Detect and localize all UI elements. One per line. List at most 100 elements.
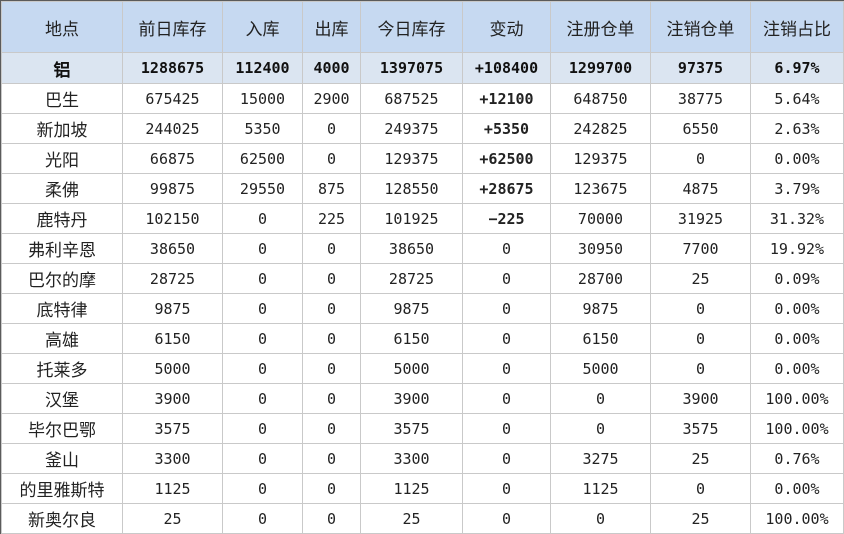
cell-location: 巴生 xyxy=(1,83,123,114)
cell-cancelled-warrants: 25 xyxy=(650,503,751,534)
header-prev-stock: 前日库存 xyxy=(122,1,223,53)
cell-change: 0 xyxy=(462,383,551,414)
cell-location: 的里雅斯特 xyxy=(1,473,123,504)
cell-change: 0 xyxy=(462,263,551,294)
cell-outflow: 0 xyxy=(302,503,361,534)
cell-cancelled-warrants: 3575 xyxy=(650,413,751,444)
cell-change: −225 xyxy=(462,203,551,234)
cell-today-stock: 687525 xyxy=(360,83,463,114)
table-row: 底特律 9875 0 0 9875 0 9875 0 0.00% xyxy=(1,293,844,324)
lme-aluminium-warehouse-table: 地点 前日库存 入库 出库 今日库存 变动 注册仓单 注销仓单 注销占比铝 1288675 1124… xyxy=(1,1,844,534)
cell-cancelled-ratio: 0.00% xyxy=(750,143,844,174)
table-body: 地点 前日库存 入库 出库 今日库存 变动 注册仓单 注销仓单 注销占比铝 1288675 1124… xyxy=(1,1,844,534)
cell-cancelled-ratio: 0.00% xyxy=(750,293,844,324)
cell-cancelled-warrants: 97375 xyxy=(650,52,751,84)
cell-outflow: 0 xyxy=(302,473,361,504)
cell-change: 0 xyxy=(462,233,551,264)
cell-registered-warrants: 648750 xyxy=(550,83,651,114)
cell-inflow: 0 xyxy=(222,443,303,474)
cell-today-stock: 28725 xyxy=(360,263,463,294)
cell-cancelled-ratio: 100.00% xyxy=(750,503,844,534)
cell-change: +62500 xyxy=(462,143,551,174)
cell-prev-stock: 1288675 xyxy=(122,52,223,84)
cell-outflow: 0 xyxy=(302,413,361,444)
inventory-table-frame: 地点 前日库存 入库 出库 今日库存 变动 注册仓单 注销仓单 注销占比铝 1288675 1124… xyxy=(0,0,844,534)
cell-today-stock: 3900 xyxy=(360,383,463,414)
cell-outflow: 0 xyxy=(302,443,361,474)
cell-location: 高雄 xyxy=(1,323,123,354)
cell-outflow: 4000 xyxy=(302,52,361,84)
cell-cancelled-ratio: 0.00% xyxy=(750,323,844,354)
cell-change: 0 xyxy=(462,443,551,474)
cell-change: +108400 xyxy=(462,52,551,84)
cell-cancelled-ratio: 5.64% xyxy=(750,83,844,114)
cell-location: 弗利辛恩 xyxy=(1,233,123,264)
cell-registered-warrants: 242825 xyxy=(550,113,651,144)
cell-inflow: 112400 xyxy=(222,52,303,84)
header-cancelled-warrants: 注销仓单 xyxy=(650,1,751,53)
cell-cancelled-ratio: 0.00% xyxy=(750,353,844,384)
cell-inflow: 15000 xyxy=(222,83,303,114)
cell-cancelled-warrants: 3900 xyxy=(650,383,751,414)
cell-cancelled-warrants: 4875 xyxy=(650,173,751,204)
cell-registered-warrants: 1299700 xyxy=(550,52,651,84)
cell-cancelled-ratio: 3.79% xyxy=(750,173,844,204)
cell-location: 毕尔巴鄂 xyxy=(1,413,123,444)
cell-today-stock: 9875 xyxy=(360,293,463,324)
cell-location: 柔佛 xyxy=(1,173,123,204)
cell-outflow: 0 xyxy=(302,113,361,144)
cell-cancelled-warrants: 38775 xyxy=(650,83,751,114)
cell-registered-warrants: 0 xyxy=(550,503,651,534)
cell-prev-stock: 66875 xyxy=(122,143,223,174)
cell-cancelled-ratio: 0.00% xyxy=(750,473,844,504)
cell-registered-warrants: 129375 xyxy=(550,143,651,174)
cell-outflow: 0 xyxy=(302,263,361,294)
cell-prev-stock: 28725 xyxy=(122,263,223,294)
cell-prev-stock: 6150 xyxy=(122,323,223,354)
cell-today-stock: 5000 xyxy=(360,353,463,384)
header-outflow: 出库 xyxy=(302,1,361,53)
table-row: 巴生 675425 15000 2900 687525 +12100 648750 38775… xyxy=(1,83,844,114)
cell-prev-stock: 99875 xyxy=(122,173,223,204)
table-row: 釜山 3300 0 0 3300 0 3275 25 0.76% xyxy=(1,443,844,474)
cell-registered-warrants: 6150 xyxy=(550,323,651,354)
cell-today-stock: 1125 xyxy=(360,473,463,504)
cell-inflow: 0 xyxy=(222,473,303,504)
cell-cancelled-ratio: 19.92% xyxy=(750,233,844,264)
cell-outflow: 0 xyxy=(302,233,361,264)
cell-inflow: 0 xyxy=(222,353,303,384)
cell-cancelled-warrants: 7700 xyxy=(650,233,751,264)
cell-inflow: 0 xyxy=(222,503,303,534)
cell-change: 0 xyxy=(462,503,551,534)
cell-prev-stock: 1125 xyxy=(122,473,223,504)
cell-cancelled-warrants: 6550 xyxy=(650,113,751,144)
cell-outflow: 2900 xyxy=(302,83,361,114)
cell-location: 铝 xyxy=(1,52,123,84)
cell-cancelled-warrants: 0 xyxy=(650,323,751,354)
cell-change: +5350 xyxy=(462,113,551,144)
cell-today-stock: 1397075 xyxy=(360,52,463,84)
cell-change: 0 xyxy=(462,353,551,384)
cell-inflow: 0 xyxy=(222,413,303,444)
cell-location: 鹿特丹 xyxy=(1,203,123,234)
cell-registered-warrants: 5000 xyxy=(550,353,651,384)
cell-today-stock: 129375 xyxy=(360,143,463,174)
cell-outflow: 0 xyxy=(302,383,361,414)
table-row: 巴尔的摩 28725 0 0 28725 0 28700 25 0.09% xyxy=(1,263,844,294)
cell-inflow: 0 xyxy=(222,233,303,264)
cell-prev-stock: 244025 xyxy=(122,113,223,144)
cell-registered-warrants: 28700 xyxy=(550,263,651,294)
cell-registered-warrants: 3275 xyxy=(550,443,651,474)
cell-location: 托莱多 xyxy=(1,353,123,384)
cell-inflow: 0 xyxy=(222,323,303,354)
cell-change: 0 xyxy=(462,413,551,444)
cell-registered-warrants: 30950 xyxy=(550,233,651,264)
cell-inflow: 5350 xyxy=(222,113,303,144)
cell-prev-stock: 3575 xyxy=(122,413,223,444)
cell-prev-stock: 9875 xyxy=(122,293,223,324)
cell-change: 0 xyxy=(462,323,551,354)
cell-change: 0 xyxy=(462,293,551,324)
table-row: 的里雅斯特 1125 0 0 1125 0 1125 0 0.00% xyxy=(1,473,844,504)
cell-cancelled-ratio: 2.63% xyxy=(750,113,844,144)
cell-cancelled-warrants: 25 xyxy=(650,443,751,474)
